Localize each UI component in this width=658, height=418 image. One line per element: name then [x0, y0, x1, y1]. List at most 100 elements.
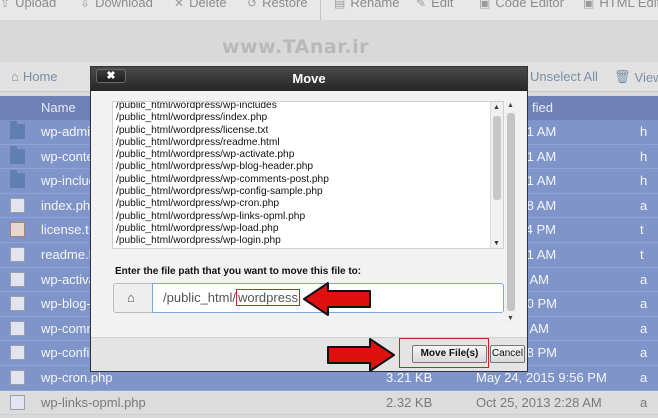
file-type: a	[640, 271, 648, 287]
path-highlight: wordpress	[235, 289, 300, 306]
file-type: t	[640, 247, 644, 262]
annotation-arrow-icon	[327, 338, 395, 372]
text-file-icon	[10, 222, 25, 238]
file-name: wp-conte	[41, 148, 94, 164]
path-prefix: /public_html/	[163, 290, 236, 305]
scrollbar-thumb[interactable]	[507, 113, 515, 311]
directory-items: /public_html/wordpress/wp-includes/publi…	[116, 102, 496, 248]
rename-icon: ▤	[334, 0, 346, 10]
unselect-all-button[interactable]: Unselect All	[530, 69, 598, 84]
file-name: wp-admin	[41, 124, 98, 139]
destination-prompt: Enter the file path that you want to mov…	[115, 266, 362, 277]
folder-icon	[10, 145, 25, 164]
download-button[interactable]: ⇩ Download	[80, 0, 153, 10]
directory-list-scrollbar[interactable]: ▲ ▼	[490, 102, 503, 248]
html-editor-button[interactable]: ▣ HTML Edit	[583, 0, 658, 10]
scroll-down-icon[interactable]: ▼	[493, 240, 500, 247]
file-name: wp-includ	[41, 173, 96, 189]
file-type: a	[640, 394, 648, 410]
php-file-icon	[10, 271, 25, 287]
directory-item[interactable]: /public_html/wordpress/wp-blog-header.ph…	[116, 161, 496, 173]
php-file-icon	[10, 345, 25, 361]
file-type: a	[640, 370, 648, 385]
file-type: a	[640, 296, 648, 312]
directory-item[interactable]: /public_html/wordpress/wp-load.php	[116, 223, 496, 235]
home-icon: ⌂	[127, 290, 135, 305]
code-editor-icon: ▣	[479, 0, 491, 10]
home-path-button[interactable]: ⌂	[113, 283, 153, 313]
file-name: index.php	[41, 197, 98, 213]
trash-icon: 🗑	[614, 69, 631, 84]
restore-button[interactable]: ↺ Restore	[247, 0, 308, 10]
file-type: a	[640, 320, 648, 336]
file-name: license.t	[41, 222, 89, 238]
column-modified[interactable]: fied	[532, 100, 553, 115]
file-type: h	[640, 173, 648, 189]
scroll-down-icon[interactable]: ▼	[507, 315, 514, 322]
file-type: h	[640, 148, 648, 164]
toolbar-divider	[320, 0, 321, 20]
watermark: www.TAnar.ir	[222, 36, 369, 58]
upload-icon: ⇧	[0, 0, 11, 10]
delete-icon: ✕	[174, 0, 185, 10]
directory-item[interactable]: /public_html/wordpress/wp-cron.php	[116, 198, 496, 210]
table-row[interactable]: wp-links-opml.php 2.32 KB Oct 25, 2013 2:2…	[0, 390, 658, 416]
delete-button[interactable]: ✕ Delete	[174, 0, 227, 10]
toolbar: ⇧ Upload ⇩ Download ✕ Delete ↺ Restore ▤ Rena…	[0, 0, 658, 20]
directory-item[interactable]: /public_html/wordpress/wp-config-sample.…	[116, 186, 496, 198]
directory-item[interactable]: /public_html/wordpress/wp-includes	[116, 102, 496, 112]
edit-icon: ✎	[416, 0, 427, 10]
directory-item[interactable]: /public_html/wordpress/wp-links-opml.php	[116, 211, 496, 223]
directory-item[interactable]: /public_html/wordpress/wp-login.php	[116, 235, 496, 247]
dialog-footer: Move File(s) Cancel	[91, 337, 527, 371]
annotation-arrow-icon	[303, 282, 371, 316]
file-type: a	[640, 197, 648, 213]
edit-button[interactable]: ✎ Edit	[416, 0, 453, 10]
folder-icon	[10, 170, 25, 189]
view-button[interactable]: 🗑 View	[614, 69, 658, 85]
file-modified: May 24, 2015 9:56 PM	[476, 370, 607, 385]
column-name[interactable]: Name	[41, 100, 76, 115]
php-file-icon	[10, 320, 25, 336]
dialog-scrollbar[interactable]: ▲ ▼	[505, 101, 517, 325]
file-modified: Oct 25, 2013 2:28 AM	[476, 394, 602, 410]
file-type: h	[640, 124, 648, 139]
restore-icon: ↺	[247, 0, 258, 10]
close-icon: ✖	[106, 70, 116, 82]
cancel-button[interactable]: Cancel	[490, 345, 525, 363]
close-button[interactable]: ✖	[96, 69, 126, 83]
directory-item[interactable]: /public_html/wordpress/readme.html	[116, 137, 496, 149]
file-name: wp-activa	[41, 271, 96, 287]
php-file-icon	[10, 197, 25, 213]
html-editor-icon: ▣	[583, 0, 595, 10]
move-files-button[interactable]: Move File(s)	[412, 345, 487, 363]
move-dialog: Move ✖ /public_html/wordpress/wp-include…	[90, 66, 528, 372]
file-size: 2.32 KB	[386, 394, 433, 410]
directory-list[interactable]: /public_html/wordpress/wp-includes/publi…	[112, 101, 504, 249]
php-file-icon	[10, 394, 25, 410]
directory-item[interactable]: /public_html/wordpress/wp-comments-post.…	[116, 174, 496, 186]
code-editor-button[interactable]: ▣ Code Editor	[479, 0, 564, 10]
directory-item[interactable]: /public_html/wordpress/index.php	[116, 112, 496, 124]
html-file-icon	[10, 247, 25, 262]
download-icon: ⇩	[80, 0, 91, 10]
php-file-icon	[10, 296, 25, 312]
directory-item[interactable]: /public_html/wordpress/wp-activate.php	[116, 149, 496, 161]
file-type: a	[640, 345, 648, 361]
home-icon: ⌂	[11, 69, 19, 84]
rename-button[interactable]: ▤ Rename	[334, 0, 399, 10]
upload-button[interactable]: ⇧ Upload	[0, 0, 56, 10]
file-name: readme.h	[41, 247, 96, 262]
scroll-up-icon[interactable]: ▲	[507, 102, 514, 109]
file-name: wp-links-opml.php	[41, 394, 146, 410]
scroll-up-icon[interactable]: ▲	[493, 104, 500, 111]
file-name: wp-comm	[41, 320, 98, 336]
directory-item[interactable]: /public_html/wordpress/license.txt	[116, 125, 496, 137]
scrollbar-thumb[interactable]	[493, 116, 501, 200]
dialog-title: Move ✖	[91, 67, 527, 91]
file-name: wp-cron.php	[41, 370, 113, 385]
home-nav-button[interactable]: ⌂ Home	[11, 69, 58, 84]
folder-icon	[10, 121, 25, 139]
php-file-icon	[10, 370, 25, 385]
file-name: wp-config	[41, 345, 97, 361]
